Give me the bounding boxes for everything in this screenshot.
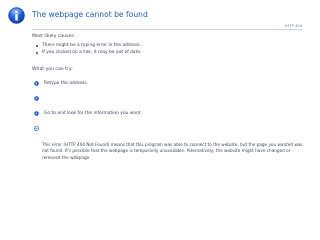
title-divider [32,29,302,30]
action-item-go-to[interactable]: Go to and look for the information you w… [34,110,142,117]
blue-arrow-bullet-icon [34,96,39,101]
cause-item: There might be a typing error in the add… [36,42,141,49]
blue-arrow-bullet-icon [34,111,39,116]
more-information-toggle[interactable] [34,125,44,132]
action-item-empty [34,95,44,102]
error-page: The webpage cannot be found HTTP 404 Mos… [0,0,320,240]
http-status-code: HTTP 404 [284,24,302,28]
action-item-retype: Retype the address. [34,80,88,87]
expand-arrow-icon[interactable] [34,126,39,131]
info-icon [8,7,25,24]
causes-list: There might be a typing error in the add… [36,42,141,56]
blue-arrow-bullet-icon [34,81,39,86]
page-title: The webpage cannot be found [32,10,148,19]
cause-item: If you clicked on a link, it may be out … [36,49,141,56]
error-details-text: This error (HTTP 404 Not Found) means th… [42,142,303,160]
action-label: Retype the address. [44,81,89,86]
actions-heading: What you can try: [32,67,73,72]
causes-heading: Most likely causes: [32,34,76,39]
action-label[interactable]: Go to and look for the information you w… [44,111,142,116]
